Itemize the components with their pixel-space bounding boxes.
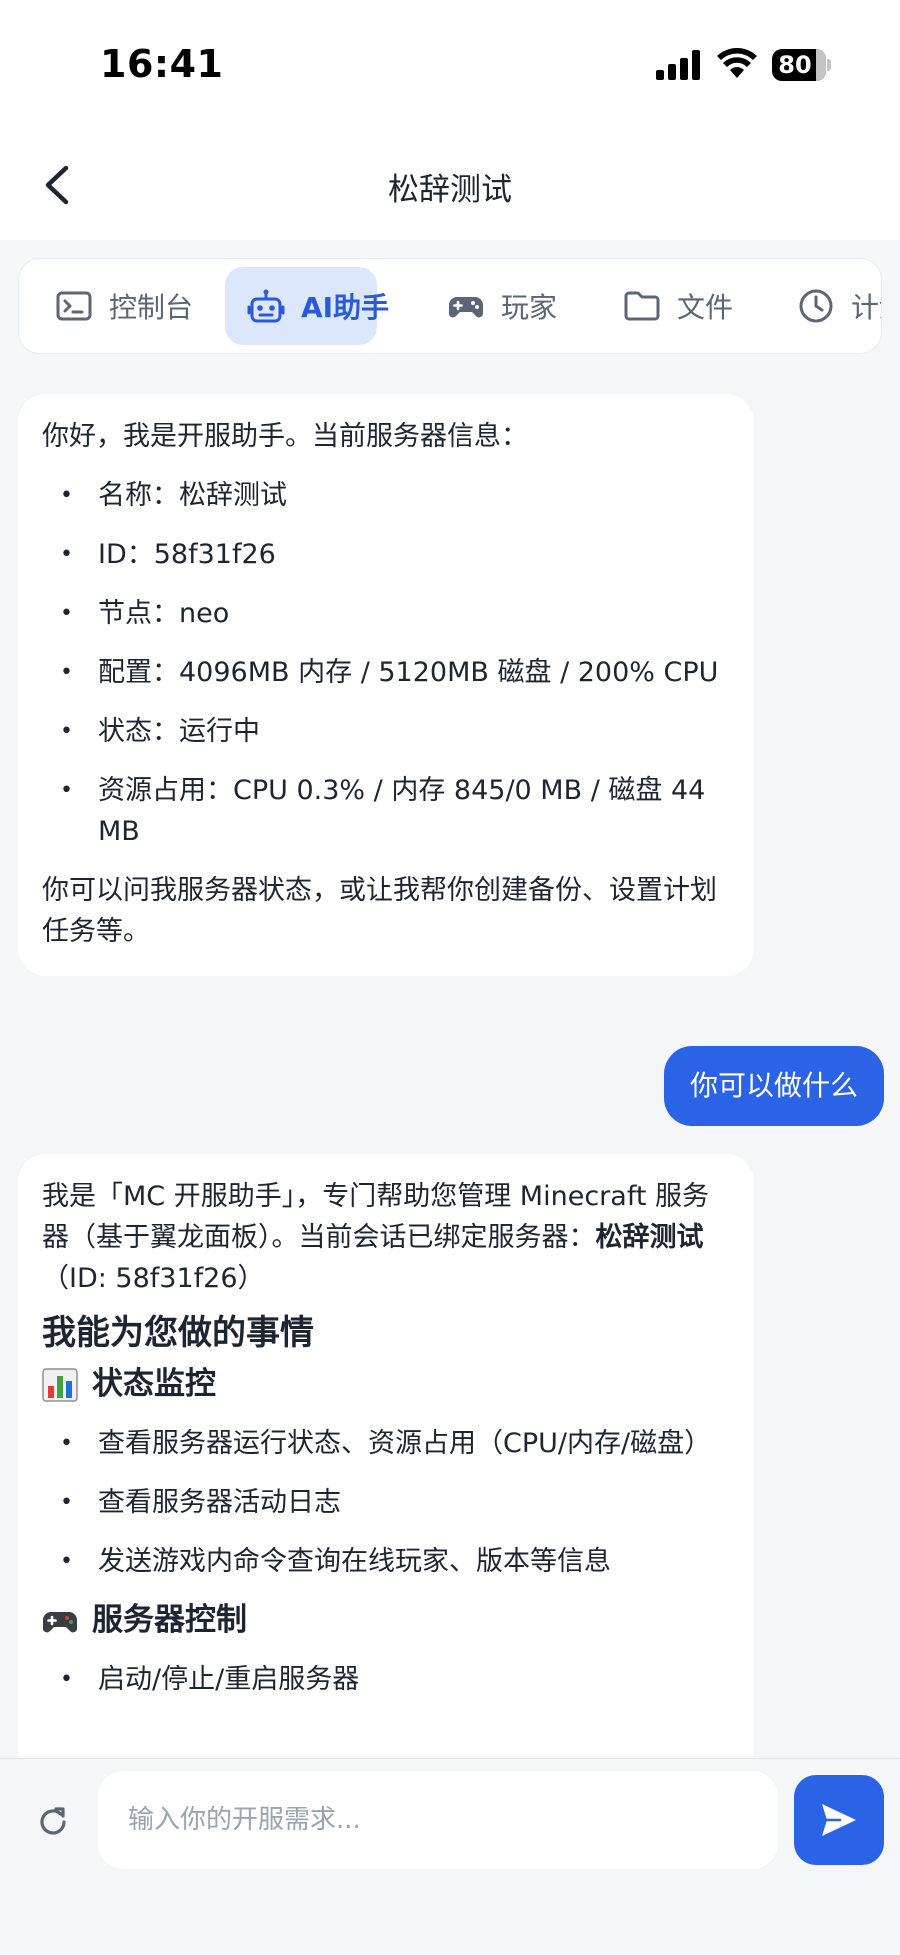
tab-schedule[interactable]: 计划 (775, 267, 881, 345)
list-item: 查看服务器活动日志 (42, 1482, 730, 1523)
message-text: 你好，我是开服助手。当前服务器信息： (42, 421, 528, 452)
list-item: 配置：4096MB 内存 / 5120MB 磁盘 / 200% CPU (42, 652, 730, 693)
status-bar: 16:41 80 (0, 0, 900, 130)
tab-label: 计划 (851, 291, 881, 324)
bar-chart-emoji-icon (42, 1367, 78, 1402)
tab-label: 文件 (677, 291, 734, 324)
tab-bar: 控制台 AI助手 玩家 文件 计划 (18, 258, 882, 354)
message-text: 我是「MC 开服助手」，专门帮助您管理 Minecraft 服务器（基于翼龙面板… (42, 1176, 730, 1299)
user-message: 你可以做什么 (663, 1046, 884, 1126)
list-item: 状态：运行中 (42, 711, 730, 752)
list-item: 启动/停止/重启服务器 (42, 1659, 730, 1700)
server-name-bold: 松辞测试 (595, 1222, 704, 1253)
list-item: 资源占用：CPU 0.3% / 内存 845/0 MB / 磁盘 44 MB (42, 770, 730, 852)
battery-icon: 80 (772, 49, 832, 81)
monitoring-list: 查看服务器运行状态、资源占用（CPU/内存/磁盘） 查看服务器活动日志 发送游戏… (42, 1423, 730, 1582)
tab-console[interactable]: 控制台 (33, 267, 215, 345)
list-item: 名称：松辞测试 (42, 475, 730, 516)
control-list: 启动/停止/重启服务器 (42, 1659, 730, 1700)
tab-players[interactable]: 玩家 (425, 267, 579, 345)
list-item: 节点：neo (42, 593, 730, 634)
wifi-icon (717, 48, 757, 78)
page-title: 松辞测试 (388, 172, 512, 208)
list-item: ID：58f31f26 (42, 534, 730, 575)
gamepad-emoji-icon (42, 1611, 78, 1632)
chat-messages[interactable]: 你好，我是开服助手。当前服务器信息： 名称：松辞测试 ID：58f31f26 节… (0, 370, 900, 1758)
refresh-icon[interactable] (36, 1805, 70, 1839)
tab-files[interactable]: 文件 (601, 267, 755, 345)
message-text: 你可以问我服务器状态，或让我帮你创建备份、设置计划任务等。 (42, 875, 717, 947)
list-item: 查看服务器运行状态、资源占用（CPU/内存/磁盘） (42, 1423, 730, 1464)
battery-level: 80 (778, 51, 812, 79)
gamepad-icon (448, 297, 484, 318)
assistant-message: 你好，我是开服助手。当前服务器信息： 名称：松辞测试 ID：58f31f26 节… (18, 394, 754, 976)
tab-label: 控制台 (109, 291, 194, 324)
message-input[interactable] (98, 1771, 778, 1869)
tab-ai-assistant[interactable]: AI助手 (225, 267, 389, 345)
section-title: 状态监控 (92, 1366, 216, 1402)
clock-icon (799, 289, 833, 323)
server-info-list: 名称：松辞测试 ID：58f31f26 节点：neo 配置：4096MB 内存 … (42, 475, 730, 852)
navigation-bar: 松辞测试 (0, 130, 900, 240)
robot-icon (247, 289, 285, 323)
server-id: （ID: 58f31f26） (42, 1263, 265, 1294)
list-item: 发送游戏内命令查询在线玩家、版本等信息 (42, 1541, 730, 1582)
section-heading-control: 服务器控制 (42, 1600, 730, 1641)
send-icon (822, 1804, 856, 1836)
terminal-icon (56, 291, 92, 321)
cellular-signal-icon (656, 50, 702, 80)
capabilities-heading: 我能为您做的事情 (42, 1313, 314, 1353)
tab-label: 玩家 (501, 291, 558, 324)
status-time: 16:41 (100, 42, 224, 86)
assistant-message: 我是「MC 开服助手」，专门帮助您管理 Minecraft 服务器（基于翼龙面板… (18, 1154, 754, 1758)
send-button[interactable] (794, 1775, 884, 1865)
tab-label: AI助手 (301, 291, 390, 324)
composer-bar (0, 1758, 900, 1955)
section-heading-monitoring: 状态监控 (42, 1364, 730, 1405)
section-title: 服务器控制 (92, 1602, 247, 1638)
folder-icon (624, 291, 660, 321)
